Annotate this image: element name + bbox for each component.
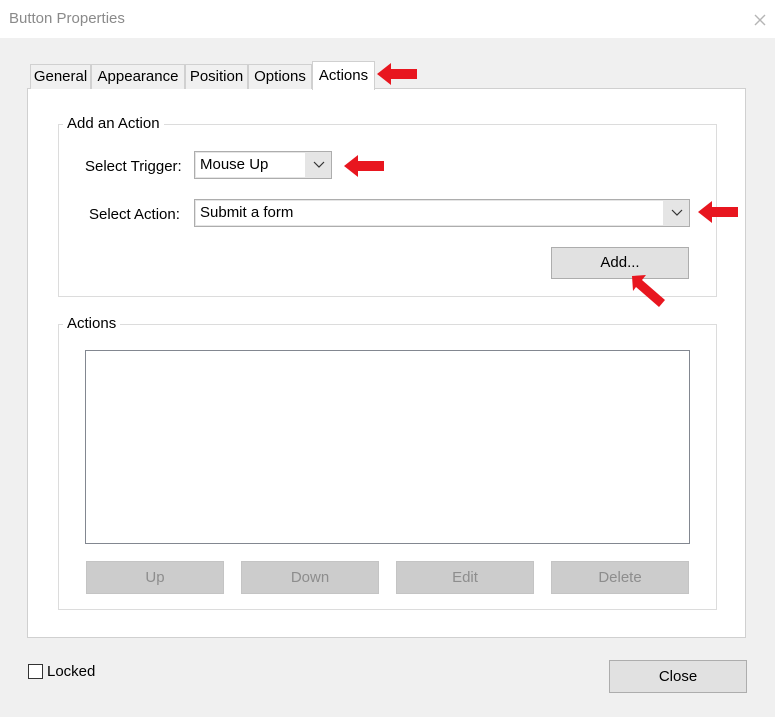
annotation-arrow-icon (373, 59, 421, 89)
locked-label: Locked (47, 663, 96, 680)
actions-list[interactable] (85, 350, 690, 544)
edit-button[interactable]: Edit (396, 561, 534, 594)
trigger-dropdown[interactable]: Mouse Up (194, 151, 332, 179)
action-dropdown-value: Submit a form (196, 201, 663, 225)
down-button[interactable]: Down (241, 561, 379, 594)
select-trigger-label: Select Trigger: (85, 158, 182, 175)
actions-legend: Actions (63, 315, 121, 333)
trigger-dropdown-value: Mouse Up (196, 153, 305, 177)
tab-position[interactable]: Position (185, 64, 248, 89)
up-button[interactable]: Up (86, 561, 224, 594)
chevron-down-icon (307, 152, 331, 178)
tab-actions[interactable]: Actions (312, 61, 375, 90)
tab-general[interactable]: General (30, 64, 91, 89)
annotation-arrow-icon (694, 197, 742, 227)
annotation-arrow-icon (340, 151, 388, 181)
add-action-legend: Add an Action (63, 115, 164, 133)
action-dropdown[interactable]: Submit a form (194, 199, 690, 227)
close-button[interactable]: Close (609, 660, 747, 693)
select-action-label: Select Action: (89, 206, 180, 223)
window-title: Button Properties (9, 10, 125, 27)
annotation-arrow-icon (626, 270, 670, 310)
close-icon[interactable] (752, 10, 768, 28)
locked-checkbox[interactable] (28, 664, 43, 679)
chevron-down-icon (665, 200, 689, 226)
delete-button[interactable]: Delete (551, 561, 689, 594)
tab-options[interactable]: Options (248, 64, 312, 89)
tab-appearance[interactable]: Appearance (91, 64, 185, 89)
